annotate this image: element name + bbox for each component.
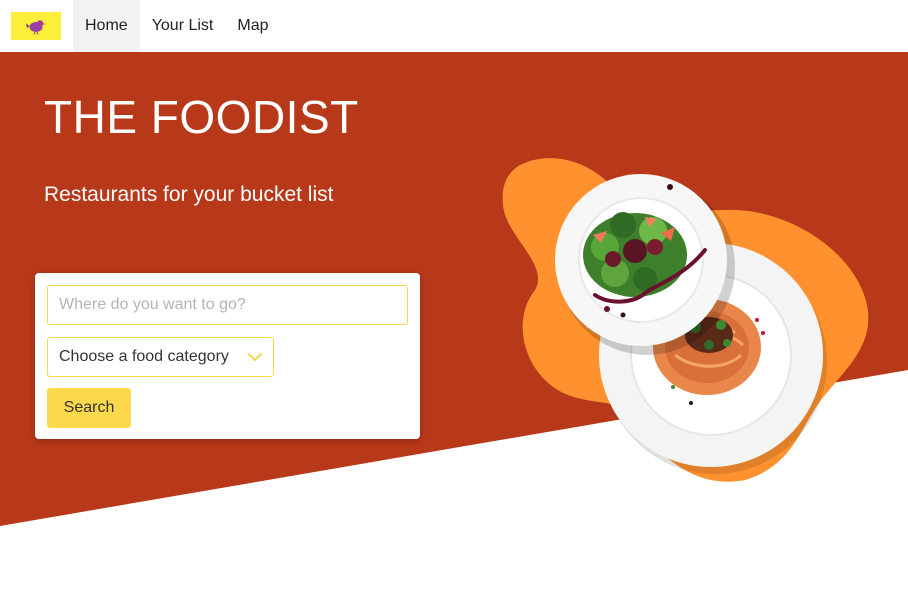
search-button[interactable]: Search [47, 388, 131, 428]
food-category-select[interactable]: Choose a food category [47, 337, 274, 377]
bird-logo-icon [26, 20, 46, 35]
hero-subtitle: Restaurants for your bucket list [44, 183, 334, 206]
search-input[interactable] [47, 285, 408, 325]
nav-item-home[interactable]: Home [73, 0, 140, 52]
nav-links: Home Your List Map [73, 0, 280, 52]
top-navbar: Home Your List Map [0, 0, 908, 52]
search-card: Choose a food category Search [35, 273, 420, 439]
nav-item-map[interactable]: Map [225, 0, 280, 52]
food-plates-image [502, 158, 869, 482]
page-title: THE FOODIST [44, 91, 359, 143]
food-category-label: Choose a food category [59, 348, 229, 365]
nav-item-your-list[interactable]: Your List [140, 0, 226, 52]
chevron-down-icon [248, 350, 262, 364]
logo[interactable] [11, 12, 61, 40]
